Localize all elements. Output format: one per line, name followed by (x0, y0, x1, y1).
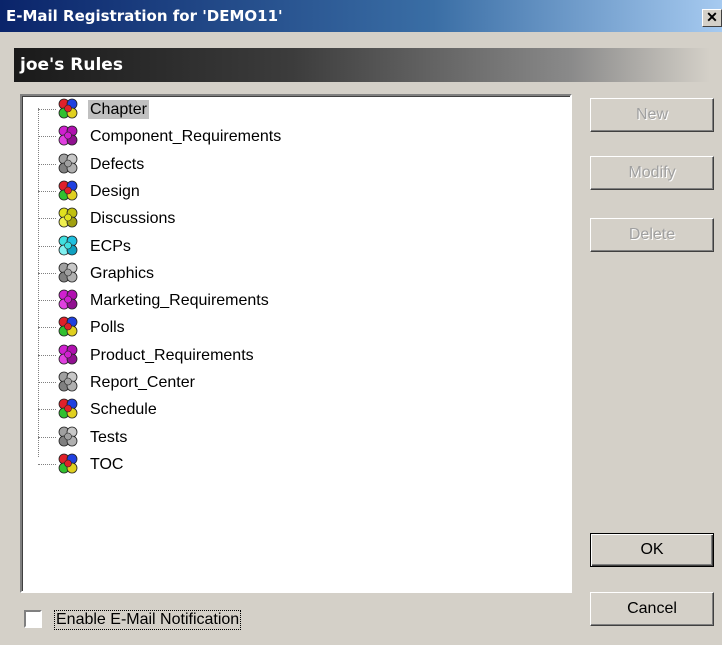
tree-connector (38, 382, 56, 383)
rules-cube-icon (56, 152, 80, 176)
tree-item-label: Discussions (90, 210, 176, 228)
rules-header: joe's Rules (14, 48, 710, 82)
tree-item-label: Schedule (90, 401, 157, 419)
tree-item[interactable]: Tests (38, 424, 538, 451)
tree-item[interactable]: Product_Requirements (38, 342, 538, 369)
tree-connector (38, 136, 56, 138)
tree-item[interactable]: Marketing_Requirements (38, 287, 538, 314)
rules-cube-icon (56, 97, 80, 121)
tree-connector (38, 218, 56, 220)
tree-connector (38, 409, 56, 411)
tree-item[interactable]: Component_Requirements (38, 123, 538, 150)
tree-item-label: Product_Requirements (90, 346, 254, 364)
email-notification-row[interactable]: Enable E-Mail Notification (24, 608, 324, 632)
cancel-button[interactable]: Cancel (590, 592, 714, 626)
tree-connector (38, 163, 56, 165)
enable-email-notification-label[interactable]: Enable E-Mail Notification (54, 610, 242, 630)
tree-item[interactable]: Design (38, 178, 538, 205)
rules-cube-icon (56, 315, 80, 339)
tree-connector (38, 272, 56, 274)
modify-button[interactable]: Modify (590, 156, 714, 190)
tree-item[interactable]: Polls (38, 314, 538, 341)
tree-item[interactable]: Graphics (38, 260, 538, 287)
tree-item[interactable]: Report_Center (38, 369, 538, 396)
tree-item[interactable]: Defects (38, 151, 538, 178)
tree-item-label: Graphics (90, 264, 155, 282)
tree-item-label: Defects (90, 155, 145, 173)
enable-email-notification-checkbox[interactable] (24, 610, 42, 628)
close-icon[interactable]: ✕ (702, 9, 722, 27)
rules-cube-icon (56, 288, 80, 312)
title-bar[interactable]: E-Mail Registration for 'DEMO11' ✕ (0, 0, 722, 32)
ok-button[interactable]: OK (590, 533, 714, 567)
rules-cube-icon (56, 179, 80, 203)
tree-item-label: Report_Center (90, 374, 195, 391)
tree-item-label: Tests (90, 428, 128, 446)
rules-header-label: joe's Rules (20, 55, 123, 75)
rules-tree: Chapter Component_Requirements Defects Desi… (22, 96, 570, 591)
rules-cube-icon (56, 206, 80, 230)
tree-item-label: Component_Requirements (90, 128, 282, 146)
tree-item-label: Chapter (88, 100, 149, 119)
tree-item[interactable]: ECPs (38, 233, 538, 260)
tree-connector (38, 245, 56, 247)
rules-cube-icon (56, 452, 80, 476)
tree-item[interactable]: Discussions (38, 205, 538, 232)
rules-tree-panel[interactable]: Chapter Component_Requirements Defects Desi… (20, 94, 572, 593)
rules-cube-icon (56, 261, 80, 285)
tree-item-label: Design (90, 182, 140, 200)
rules-cube-icon (56, 234, 80, 258)
tree-item[interactable]: TOC (38, 451, 538, 478)
tree-connector (38, 463, 56, 465)
rules-cube-icon (56, 425, 80, 449)
tree-connector (38, 327, 56, 329)
rules-cube-icon (56, 370, 80, 394)
rules-cube-icon (56, 124, 80, 148)
window-title: E-Mail Registration for 'DEMO11' (6, 7, 283, 25)
new-button[interactable]: New (590, 98, 714, 132)
delete-button[interactable]: Delete (590, 218, 714, 252)
rules-cube-icon (56, 397, 80, 421)
rules-cube-icon (56, 343, 80, 367)
tree-connector (38, 354, 56, 356)
tree-item-label: TOC (90, 455, 124, 473)
tree-connector (38, 190, 56, 192)
tree-connector (38, 300, 56, 302)
tree-item-label: Polls (90, 319, 125, 337)
tree-item-label: ECPs (90, 237, 131, 255)
tree-connector (38, 436, 56, 438)
tree-item[interactable]: Schedule (38, 396, 538, 423)
tree-item-label: Marketing_Requirements (90, 292, 269, 310)
tree-connector (38, 109, 56, 110)
tree-item[interactable]: Chapter (38, 96, 538, 123)
